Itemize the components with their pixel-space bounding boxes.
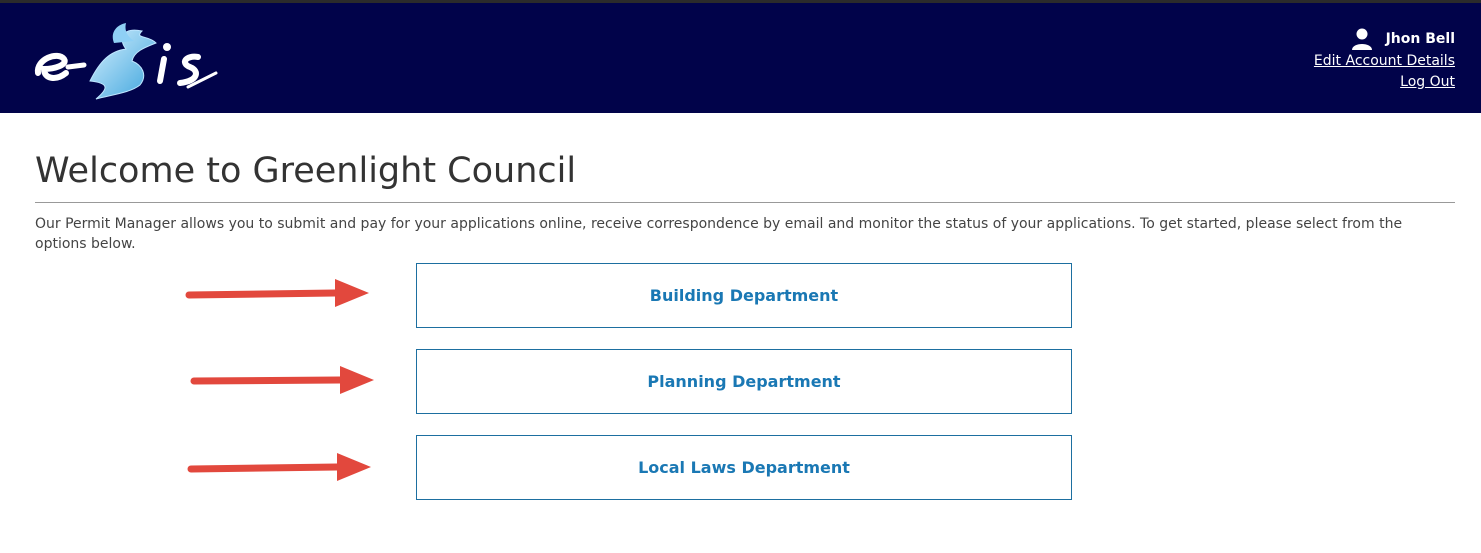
site-header: Jhon Bell Edit Account Details Log Out [0, 3, 1481, 113]
user-icon [1351, 28, 1372, 50]
arrow-icon [187, 453, 371, 481]
logout-link[interactable]: Log Out [1314, 72, 1455, 93]
planning-department-button[interactable]: Planning Department [416, 349, 1072, 414]
intro-text: Our Permit Manager allows you to submit … [35, 216, 1403, 252]
local-laws-department-button[interactable]: Local Laws Department [416, 435, 1072, 500]
user-name: Jhon Bell [1385, 31, 1455, 47]
page-title: Welcome to Greenlight Council [35, 151, 577, 191]
arrow-icon [185, 279, 369, 307]
arrow-icon [190, 366, 374, 394]
department-list: Building Department Planning Department … [416, 263, 1072, 521]
title-divider [35, 202, 1455, 203]
user-row: Jhon Bell [1314, 27, 1455, 51]
site-logo[interactable] [30, 21, 225, 107]
edit-account-link[interactable]: Edit Account Details [1314, 51, 1455, 72]
eagle-logo-icon [34, 23, 218, 100]
account-panel: Jhon Bell Edit Account Details Log Out [1314, 27, 1455, 93]
building-department-button[interactable]: Building Department [416, 263, 1072, 328]
main-content: Welcome to Greenlight Council Our Permit… [0, 113, 1481, 481]
